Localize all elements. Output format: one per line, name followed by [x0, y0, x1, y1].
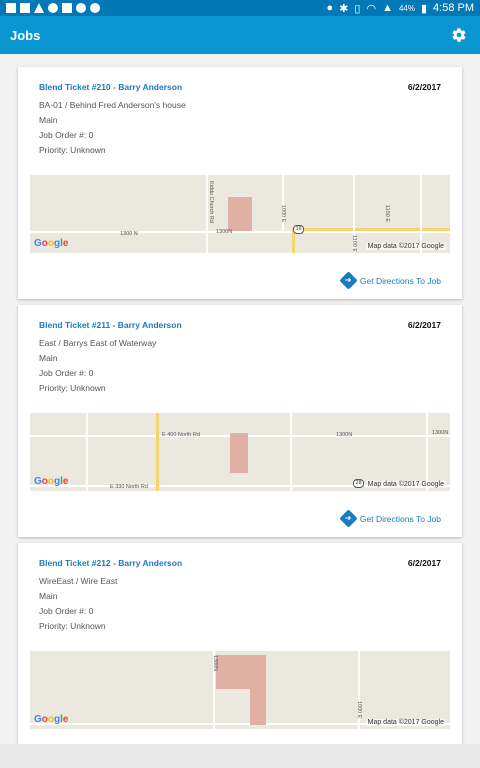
job-area: Main: [39, 115, 58, 125]
get-directions-label: Get Directions To Job: [359, 513, 441, 524]
map-label: 1300 N: [120, 231, 138, 237]
map-road: [290, 413, 292, 491]
map-road: [420, 175, 422, 253]
map-label: 1300N: [432, 430, 449, 436]
battery-icon: ▮: [420, 2, 428, 15]
map-field: [250, 687, 266, 725]
route-shield: 28: [353, 479, 364, 488]
job-card-header: Blend Ticket #212 - Barry Anderson 6/2/2…: [18, 543, 462, 574]
job-area: Main: [39, 353, 58, 363]
map-attribution: Map data ©2017 Google: [365, 243, 446, 250]
map-highway: [292, 228, 450, 231]
bluetooth-icon: ✱: [339, 2, 349, 15]
get-directions-label: Get Directions To Job: [359, 275, 441, 286]
google-logo: Google: [34, 476, 69, 487]
map-field: [216, 655, 266, 689]
map-label: 1000 E: [280, 205, 286, 223]
map-label: 1000 E: [356, 701, 362, 719]
notification-icon: [76, 3, 86, 13]
status-system: ● ✱ ▯ ◠ ▲ 44% ▮ 4:58 PM: [327, 2, 474, 15]
notification-icon: [48, 3, 58, 13]
status-bar: ● ✱ ▯ ◠ ▲ 44% ▮ 4:58 PM: [0, 0, 480, 16]
notification-icon: [62, 3, 72, 13]
job-card[interactable]: Blend Ticket #212 - Barry Anderson 6/2/2…: [18, 543, 462, 744]
map-label: 1300N: [216, 229, 233, 235]
map-label: E 400 North Rd: [162, 432, 200, 438]
job-card[interactable]: Blend Ticket #211 - Barry Anderson 6/2/2…: [18, 305, 462, 537]
job-ticket-title: Blend Ticket #212 - Barry Anderson: [39, 558, 183, 568]
gear-icon-svg: [452, 28, 466, 42]
job-ticket-title: Blend Ticket #210 - Barry Anderson: [39, 82, 183, 92]
map-attribution: Map data ©2017 Google: [365, 719, 446, 726]
job-order: Job Order #: 0: [39, 130, 94, 140]
job-location: East / Barrys East of Waterway: [39, 338, 157, 348]
warning-icon: [34, 3, 44, 13]
gear-icon[interactable]: [448, 24, 470, 46]
map-road: [86, 413, 88, 491]
map-label: 1150 E: [384, 205, 390, 223]
google-logo: Google: [34, 714, 69, 725]
app-bar: Jobs: [0, 16, 480, 54]
directions-icon: ➜: [339, 509, 358, 528]
signal-icon: ▲: [382, 2, 393, 14]
map-road: [282, 175, 284, 231]
system-nav-bar: [0, 744, 480, 768]
vibrate-icon: ▯: [354, 2, 361, 15]
notification-icon: [20, 3, 30, 13]
job-date: 6/2/2017: [407, 320, 441, 330]
job-priority: Priority: Unknown: [39, 621, 106, 631]
map-highway: [156, 413, 159, 491]
job-order: Job Order #: 0: [39, 368, 94, 378]
job-date: 6/2/2017: [407, 558, 441, 568]
map-field: [228, 197, 252, 231]
map-road: [426, 413, 428, 491]
job-location: WireEast / Wire East: [39, 576, 118, 586]
job-area: Main: [39, 591, 58, 601]
job-order: Job Order #: 0: [39, 606, 94, 616]
job-map[interactable]: Kiddo Church Rd 1300N 1300 N 1000 E 1150…: [30, 175, 450, 253]
map-label: 1300N: [212, 655, 218, 672]
notification-icon: [90, 3, 100, 13]
map-label: 1100 E: [351, 235, 357, 253]
notification-icon: [6, 3, 16, 13]
page-title: Jobs: [10, 27, 41, 43]
get-directions-button[interactable]: ➜ Get Directions To Job: [339, 509, 441, 528]
map-label: 1300N: [336, 432, 353, 438]
clock: 4:58 PM: [433, 2, 474, 14]
get-directions-button[interactable]: ➜ Get Directions To Job: [339, 271, 441, 290]
job-card-header: Blend Ticket #211 - Barry Anderson 6/2/2…: [18, 305, 462, 336]
battery-percent: 44%: [398, 3, 415, 13]
job-location: BA-01 / Behind Fred Anderson's house: [39, 100, 186, 110]
job-map[interactable]: E 400 North Rd 1300N 1300N E 330 North R…: [30, 413, 450, 491]
jobs-list[interactable]: Blend Ticket #210 - Barry Anderson 6/2/2…: [0, 54, 480, 744]
map-attribution: Map data ©2017 Google: [365, 481, 446, 488]
job-ticket-title: Blend Ticket #211 - Barry Anderson: [39, 320, 182, 330]
job-priority: Priority: Unknown: [39, 383, 106, 393]
job-map[interactable]: 1300N 1000 E Google Map data ©2017 Googl…: [30, 651, 450, 729]
job-card-header: Blend Ticket #210 - Barry Anderson 6/2/2…: [18, 67, 462, 98]
location-icon: ●: [326, 2, 334, 14]
wifi-icon: ◠: [366, 2, 377, 15]
map-label: Kiddo Church Rd: [208, 181, 214, 223]
directions-icon: ➜: [339, 271, 358, 290]
job-card[interactable]: Blend Ticket #210 - Barry Anderson 6/2/2…: [18, 67, 462, 299]
job-priority: Priority: Unknown: [39, 145, 106, 155]
map-field: [230, 433, 248, 473]
route-shield: 16: [293, 225, 304, 234]
map-label: E 330 North Rd: [110, 484, 148, 490]
map-road: [30, 231, 450, 233]
google-logo: Google: [34, 238, 69, 249]
status-notifications: [6, 3, 100, 13]
job-date: 6/2/2017: [407, 82, 441, 92]
